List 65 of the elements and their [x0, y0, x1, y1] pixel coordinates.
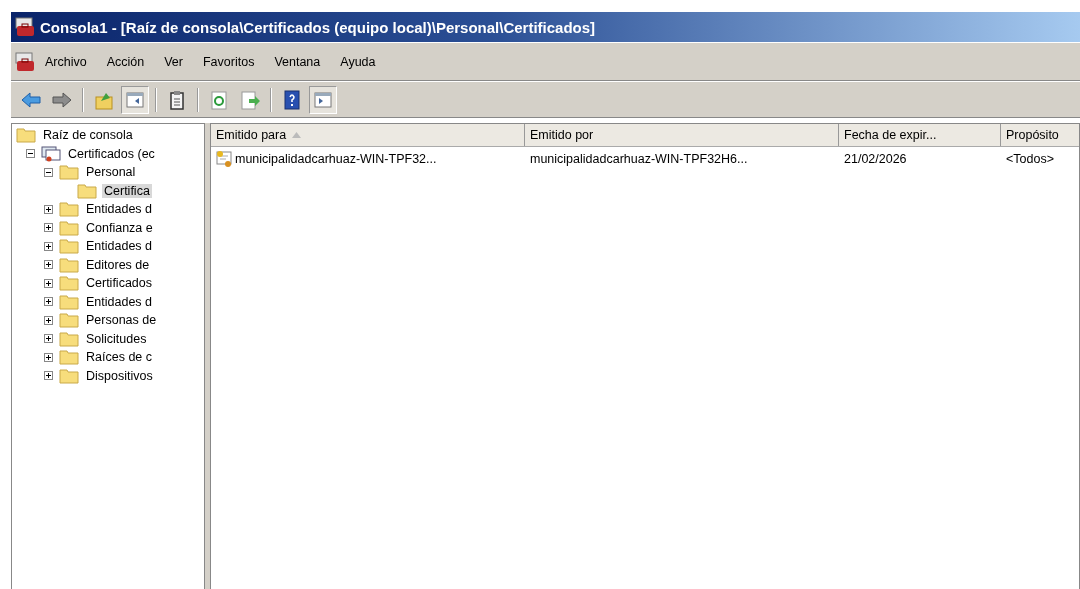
tree-item[interactable]: Solicitudes [84, 331, 149, 346]
sort-arrow-icon [292, 132, 302, 138]
collapse-icon[interactable] [44, 167, 53, 177]
tree-item[interactable]: Confianza e [84, 220, 155, 235]
table-row[interactable]: municipalidadcarhuaz-WIN-TPF32... municipalidadcarhuaz-WIN-TPF32H6... 21/02/2026 <Todos> [211, 149, 1079, 169]
expand-icon[interactable] [44, 278, 53, 288]
table-cell: <Todos> [1006, 152, 1054, 166]
tree-item[interactable]: Personas de [84, 313, 159, 328]
column-header[interactable]: Fecha de expir... [839, 124, 1001, 146]
tree-item[interactable]: Raíz de consola [41, 128, 135, 143]
menu-item[interactable]: Archivo [36, 52, 98, 71]
folder-icon [59, 367, 79, 384]
expand-icon[interactable] [44, 371, 53, 381]
folder-icon [59, 256, 79, 273]
expand-icon[interactable] [44, 334, 53, 344]
expand-icon[interactable] [44, 352, 53, 362]
tree-item[interactable]: Entidades d [84, 202, 155, 217]
folder-icon [59, 164, 79, 181]
menu-item[interactable]: Favoritos [194, 52, 266, 71]
menu-item[interactable]: Ver [155, 52, 194, 71]
tree-item[interactable]: Entidades d [84, 294, 155, 309]
folder-icon [59, 312, 79, 329]
folder-icon [59, 219, 79, 236]
folder-icon [59, 349, 79, 366]
folder-icon [59, 201, 79, 218]
table-cell: municipalidadcarhuaz-WIN-TPF32H6... [530, 152, 748, 166]
expand-icon[interactable] [44, 204, 53, 214]
folder-icon [59, 275, 79, 292]
expand-icon[interactable] [44, 260, 53, 270]
tree-item[interactable]: Certificados (ec [66, 146, 157, 161]
toolbox-icon [14, 16, 36, 38]
folder-icon [16, 127, 36, 144]
table-cell: municipalidadcarhuaz-WIN-TPF32... [235, 152, 437, 166]
tree-item[interactable]: Certifica [102, 183, 152, 198]
tree-toggle-button[interactable] [121, 85, 149, 114]
window-title: Consola1 - [Raíz de consola\Certificados (equipo local)\Personal\Certificados] [40, 18, 596, 36]
tree-item[interactable]: Certificados [84, 276, 154, 291]
certificate-icon [216, 150, 234, 168]
tree-item[interactable]: Entidades d [84, 239, 155, 254]
folder-icon [59, 330, 79, 347]
tree-item[interactable]: Editores de [84, 257, 152, 272]
certificate-store-icon [41, 145, 61, 162]
menu-item[interactable]: Acción [97, 52, 156, 71]
refresh-icon [208, 88, 230, 111]
expand-icon[interactable] [44, 241, 53, 251]
collapse-icon[interactable] [26, 149, 35, 159]
folder-icon [59, 293, 79, 310]
column-header[interactable]: Emitido por [525, 124, 839, 146]
folder-icon [77, 182, 97, 199]
tree-item[interactable]: Dispositivos [84, 368, 155, 383]
expand-icon[interactable] [44, 297, 53, 307]
column-header[interactable]: Emitido para [211, 124, 525, 146]
folder-icon [59, 238, 79, 255]
menu-item[interactable]: Ventana [265, 52, 332, 71]
action-pane-button[interactable] [309, 85, 337, 114]
tree-item[interactable]: Personal [84, 165, 138, 180]
table-cell: 21/02/2026 [844, 152, 907, 166]
tree-item[interactable]: Raíces de c [84, 350, 154, 365]
expand-icon[interactable] [44, 315, 53, 325]
expand-icon[interactable] [44, 223, 53, 233]
menu-item[interactable]: Ayuda [331, 52, 387, 71]
toolbox-icon [14, 50, 36, 73]
help-icon [281, 88, 303, 111]
column-header[interactable]: Propósito [1001, 124, 1079, 146]
export-icon [239, 88, 261, 111]
